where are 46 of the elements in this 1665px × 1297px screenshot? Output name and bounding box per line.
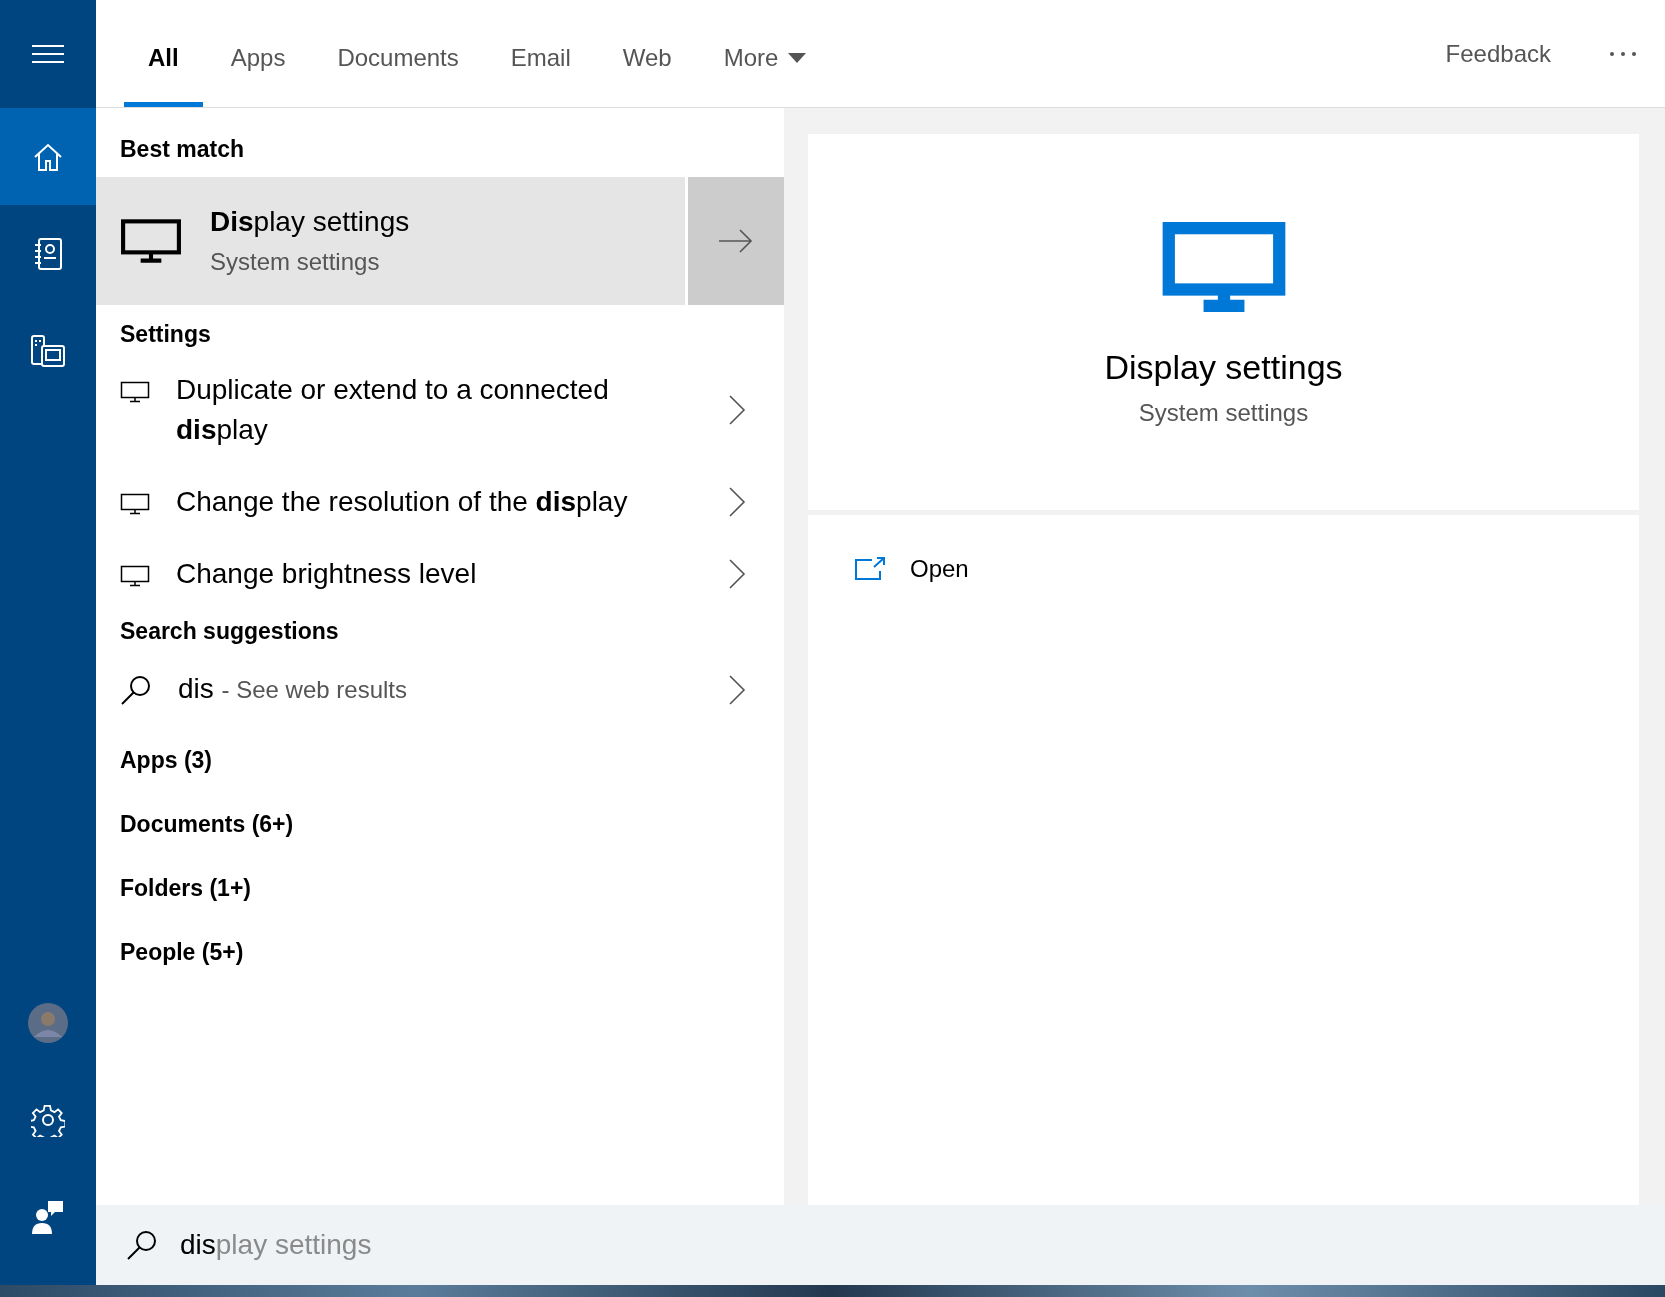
chevron-icon [728, 673, 746, 706]
category-link[interactable]: People (5+) [96, 920, 268, 984]
filter-tab[interactable]: Web [598, 0, 696, 107]
section-heading: Best match [120, 135, 245, 164]
search-icon [120, 673, 152, 706]
settings-result[interactable]: Duplicate or extend to a connected display [96, 354, 784, 466]
category-link[interactable]: Apps (3) [96, 728, 236, 792]
settings-result[interactable]: Change brightness level [96, 538, 784, 610]
home-icon [33, 142, 63, 171]
avatar-circle [28, 1002, 68, 1043]
section-heading: Settings [120, 320, 212, 349]
category-link[interactable]: Folders (1+) [96, 856, 275, 920]
chevron-icon [728, 558, 746, 590]
open-action[interactable]: Open [854, 555, 969, 583]
filter-tab[interactable]: All [124, 0, 203, 107]
more-dropdown[interactable]: More [699, 0, 831, 107]
filter-tab[interactable]: Documents [313, 0, 483, 107]
menu-icon [32, 44, 64, 64]
best-match-result[interactable]: Display settings System settings [96, 177, 685, 305]
chevron-icon [728, 394, 746, 426]
notebook-icon [34, 237, 62, 270]
preview-title: Display settings [1104, 348, 1343, 387]
open-external-icon [854, 557, 886, 581]
monitor-icon [120, 218, 182, 264]
section-heading: Search suggestions [120, 617, 340, 646]
monitor-icon [120, 564, 150, 588]
settings-result[interactable]: Change the resolution of the display [96, 466, 784, 538]
home-button[interactable] [0, 108, 96, 205]
caret-icon [788, 53, 807, 63]
monitor-icon [120, 492, 150, 516]
filter-tab[interactable]: Apps [206, 0, 310, 107]
preview-subtitle: System settings [1138, 399, 1309, 427]
devices-icon [31, 334, 65, 367]
monitor-icon [1161, 222, 1286, 312]
search-icon [126, 1229, 158, 1261]
arrow-icon [719, 229, 753, 253]
monitor-icon [120, 380, 150, 404]
web-search-suggestion[interactable]: dis - See web results [96, 651, 784, 728]
filter-tab[interactable]: Email [486, 0, 595, 107]
ellipsis-icon [1609, 50, 1637, 57]
person-chat-icon [32, 1199, 64, 1234]
chevron-icon [728, 486, 746, 518]
category-link[interactable]: Documents (6+) [96, 792, 318, 856]
settings-icon [31, 1102, 65, 1137]
feedback-link[interactable]: Feedback [1415, 0, 1581, 107]
search-field[interactable]: display settings [180, 1223, 372, 1267]
